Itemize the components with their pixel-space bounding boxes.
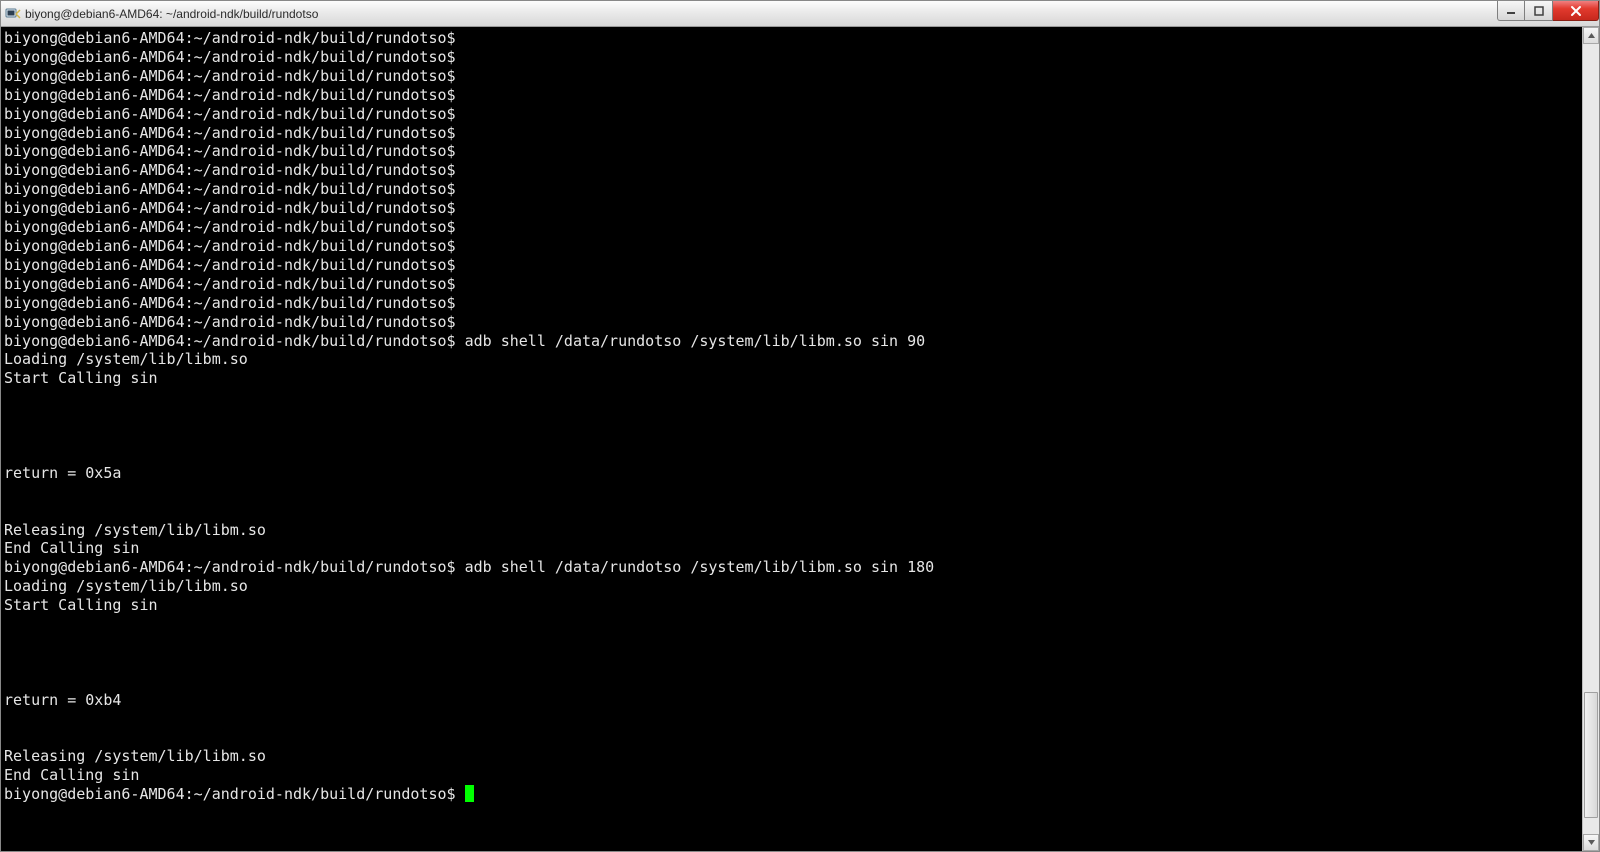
putty-icon — [5, 6, 21, 22]
vertical-scrollbar[interactable] — [1582, 27, 1599, 851]
scrollbar-thumb[interactable] — [1584, 692, 1598, 818]
minimize-button[interactable] — [1497, 1, 1525, 21]
maximize-button[interactable] — [1525, 1, 1553, 21]
terminal-window: biyong@debian6-AMD64: ~/android-ndk/buil… — [0, 0, 1600, 852]
window-title: biyong@debian6-AMD64: ~/android-ndk/buil… — [25, 7, 318, 21]
scroll-down-button[interactable] — [1583, 834, 1599, 851]
scroll-up-button[interactable] — [1583, 27, 1599, 44]
terminal-body-wrap: biyong@debian6-AMD64:~/android-ndk/build… — [1, 27, 1599, 851]
cursor — [465, 785, 474, 802]
window-controls — [1497, 1, 1599, 21]
terminal-output[interactable]: biyong@debian6-AMD64:~/android-ndk/build… — [1, 27, 1582, 851]
close-button[interactable] — [1553, 1, 1599, 21]
scrollbar-track[interactable] — [1583, 44, 1599, 834]
titlebar[interactable]: biyong@debian6-AMD64: ~/android-ndk/buil… — [1, 1, 1599, 27]
